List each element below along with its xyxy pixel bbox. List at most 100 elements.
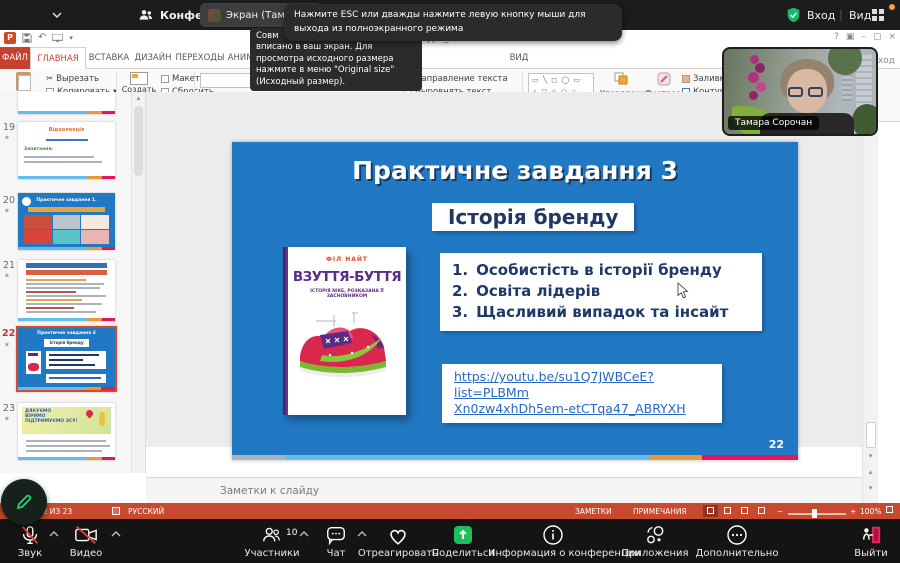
help-button[interactable]: ?	[834, 32, 839, 42]
slide-bottom-stripe	[232, 455, 798, 460]
ppt-status-bar: СЛАЙД 22 ИЗ 23 РУССКИЙ ЗАМЕТКИ ПРИМЕЧАНИ…	[0, 503, 900, 519]
zoom-level[interactable]: 100%	[860, 507, 881, 516]
slide-sorter-view-button[interactable]	[720, 505, 735, 517]
thumbnail-slide-20[interactable]: Практичне завдання 1.	[18, 193, 115, 250]
animation-star-icon: ✶	[4, 134, 10, 142]
scroll-down-icon[interactable]: ▾	[864, 450, 877, 463]
security-shield-icon[interactable]	[786, 7, 801, 23]
minimize-button[interactable]: –	[861, 32, 866, 42]
thumbnail-slide-18[interactable]	[18, 92, 115, 114]
thumb-text-lines	[24, 156, 94, 158]
sneaker-illustration	[294, 309, 394, 383]
video-button[interactable]: Видео	[21, 524, 151, 559]
glasses	[808, 87, 823, 97]
window-controls: ? ▣ – ▢ ×	[834, 32, 896, 42]
animation-star-icon: ✶	[4, 207, 10, 215]
tab-transitions[interactable]: ПЕРЕХОДЫ	[174, 47, 226, 69]
layout-icon	[161, 75, 169, 83]
notes-toggle[interactable]: ЗАМЕТКИ	[575, 507, 612, 516]
tab-view[interactable]: ВИД	[504, 47, 534, 69]
tab-insert[interactable]: ВСТАВКА	[86, 47, 132, 69]
comments-toggle[interactable]: ПРИМЕЧАНИЯ	[633, 507, 687, 516]
youtube-link-line2[interactable]: Xn0zw4xhDh5em-etCTqa47_ABRYXH	[454, 401, 714, 417]
share-preview-icon	[208, 9, 221, 22]
current-slide-canvas[interactable]: Практичне завдання 3 Історія бренду ФІЛ …	[232, 142, 798, 460]
thumbnail-scrollbar[interactable]: ▴	[131, 92, 145, 473]
thumb-collage	[24, 215, 109, 244]
figure-icon	[99, 412, 105, 426]
ribbon-options-button[interactable]: ▣	[846, 32, 855, 42]
main-scrollbar[interactable]: ▴ ▾ ▴ ▾	[862, 92, 878, 503]
language-indicator[interactable]: РУССКИЙ	[128, 507, 164, 516]
new-slide-icon	[130, 72, 148, 85]
book-cover-image: ФІЛ НАЙТ ВЗУТТЯ-БУТТЯ ІСТОРІЯ NIKE, РОЗК…	[283, 247, 406, 415]
thumb-text-lines	[24, 161, 102, 163]
notes-pane[interactable]: Заметки к слайду	[146, 477, 862, 503]
slide-page-number: 22	[769, 438, 784, 451]
more-icon	[726, 524, 748, 546]
zoom-out-button[interactable]: −	[777, 507, 783, 516]
thumbnail-slide-22-selected[interactable]: Практичне завдання 3 Історія бренду	[16, 326, 117, 392]
thumb-banner	[26, 270, 107, 275]
list-item: 1.Особистість в історії бренду	[452, 260, 752, 281]
mouse-cursor	[677, 282, 689, 300]
thumb-stripe	[18, 176, 115, 179]
fit-to-window-button[interactable]	[882, 504, 897, 516]
thumbnail-number: 20	[3, 195, 15, 206]
scrollbar-thumb[interactable]	[134, 106, 143, 176]
spellcheck-icon[interactable]	[112, 507, 120, 517]
thumbnail-slide-21[interactable]	[18, 260, 115, 321]
screen: Конференция Экран (Тамара С Вход | Вид P…	[0, 0, 900, 563]
info-icon	[542, 524, 564, 546]
slideshow-view-button[interactable]	[754, 505, 769, 517]
zoom-slider-thumb[interactable]	[812, 509, 817, 518]
glasses	[788, 87, 803, 97]
divider: |	[839, 8, 843, 21]
youtube-link-line1[interactable]: https://youtu.be/su1Q7JWBCeE?list=PLBMm	[454, 369, 714, 401]
zoom-slider[interactable]	[788, 513, 846, 515]
tab-design[interactable]: ДИЗАЙН	[132, 47, 174, 69]
close-button[interactable]: ×	[888, 32, 896, 42]
book-subtitle: ІСТОРІЯ NIKE, РОЗКАЗАНА ЇЇ ЗАСНОВНИКОМ	[290, 289, 404, 299]
apps-icon	[644, 524, 666, 546]
signin-button[interactable]: Вход	[807, 9, 835, 22]
flower	[748, 72, 759, 83]
annotation-pencil-button[interactable]	[1, 479, 47, 525]
collapse-chevron-icon[interactable]	[52, 12, 62, 18]
flower	[755, 63, 765, 73]
share-screen-icon	[452, 524, 474, 546]
paste-icon	[16, 72, 31, 91]
webcam-video-tile[interactable]: Тамара Сорочан	[722, 47, 878, 136]
participant-name-label: Тамара Сорочан	[728, 116, 819, 130]
scroll-up-icon[interactable]: ▴	[132, 92, 145, 104]
zoom-in-button[interactable]: +	[850, 507, 856, 516]
thumbnail-number: 21	[3, 260, 15, 271]
thumb-banner: ДЯКУЄМО ВІРИМО ПІДТРИМУЄМО ЗСУ!	[22, 407, 111, 434]
previous-slide-button[interactable]: ▴	[864, 466, 877, 479]
reading-view-button[interactable]	[737, 505, 752, 517]
view-button[interactable]: Вид	[849, 9, 871, 22]
leave-meeting-button[interactable]: Выйти	[806, 524, 900, 559]
video-options-chevron[interactable]	[111, 531, 121, 537]
animation-star-icon: ✶	[4, 415, 10, 423]
normal-view-button[interactable]	[703, 505, 718, 517]
restore-button[interactable]: ▢	[873, 32, 882, 42]
quick-styles-icon	[657, 72, 672, 86]
next-slide-button[interactable]: ▾	[864, 482, 877, 495]
fullscreen-exit-toast: Нажмите ESC или дважды нажмите левую кно…	[284, 4, 622, 41]
thumbnail-slide-23[interactable]: ДЯКУЄМО ВІРИМО ПІДТРИМУЄМО ЗСУ!	[18, 403, 115, 460]
background-tree	[852, 104, 878, 136]
tab-home[interactable]: ГЛАВНАЯ	[30, 47, 86, 69]
thumbnail-number-current: 22	[2, 328, 15, 339]
flower	[756, 82, 766, 92]
cut-button[interactable]: ✂Вырезать	[46, 74, 99, 84]
list-item: 2.Освіта лідерів	[452, 281, 752, 302]
slide-link-box[interactable]: https://youtu.be/su1Q7JWBCeE?list=PLBMm …	[442, 364, 722, 423]
more-button[interactable]: Дополнительно	[672, 524, 802, 559]
scrollbar-thumb[interactable]	[866, 422, 876, 448]
view-grid-icon[interactable]	[872, 9, 884, 21]
tab-file[interactable]: ФАЙЛ	[0, 47, 30, 69]
recording-dot	[889, 4, 895, 10]
thumbnail-slide-19[interactable]: Відеолекція Запитання:	[18, 122, 115, 179]
thumb-stripe	[18, 247, 115, 250]
